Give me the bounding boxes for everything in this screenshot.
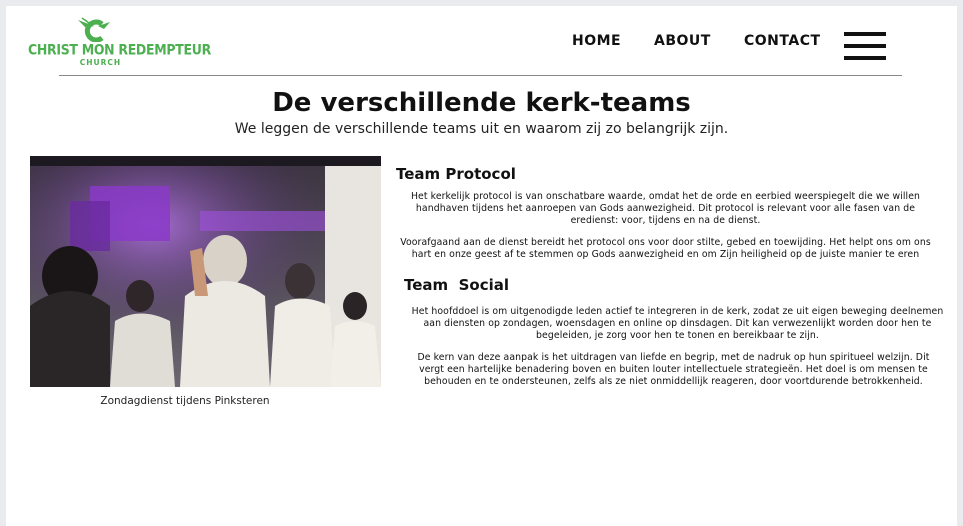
hamburger-bar xyxy=(844,44,886,48)
hamburger-menu-icon[interactable] xyxy=(844,32,886,60)
brand-name: CHRIST MON REDEMPTEUR xyxy=(28,40,211,59)
page-title: De verschillende kerk-teams xyxy=(272,88,691,118)
team-social-paragraph: De kern van deze aanpak is het uitdragen… xyxy=(417,352,930,387)
team-social-heading: Team Social xyxy=(404,276,510,294)
worship-scene-image xyxy=(30,156,381,387)
page-subtitle: We leggen de verschillende teams uit en … xyxy=(234,121,729,137)
nav-home[interactable]: HOME xyxy=(572,33,621,49)
worship-photo xyxy=(30,156,381,387)
page: CHRIST MON REDEMPTEUR CHURCH HOME ABOUT … xyxy=(6,6,957,526)
team-protocol-paragraph: Het kerkelijk protocol is van onschatbar… xyxy=(410,191,921,226)
hamburger-bar xyxy=(844,32,886,36)
brand-subtitle: CHURCH xyxy=(79,58,122,67)
dove-logo-icon xyxy=(78,17,110,42)
header-divider xyxy=(59,75,902,76)
photo-caption: Zondagdienst tijdens Pinksteren xyxy=(100,395,270,407)
team-protocol-heading: Team Protocol xyxy=(396,165,516,183)
hamburger-bar xyxy=(844,56,886,60)
nav-about[interactable]: ABOUT xyxy=(654,33,711,49)
team-protocol-paragraph: Voorafgaand aan de dienst bereidt het pr… xyxy=(400,237,931,260)
nav-contact[interactable]: CONTACT xyxy=(744,33,821,49)
church-logo[interactable]: CHRIST MON REDEMPTEUR CHURCH xyxy=(28,16,211,76)
team-social-paragraph: Het hoofddoel is om uitgenodigde leden a… xyxy=(411,306,944,341)
